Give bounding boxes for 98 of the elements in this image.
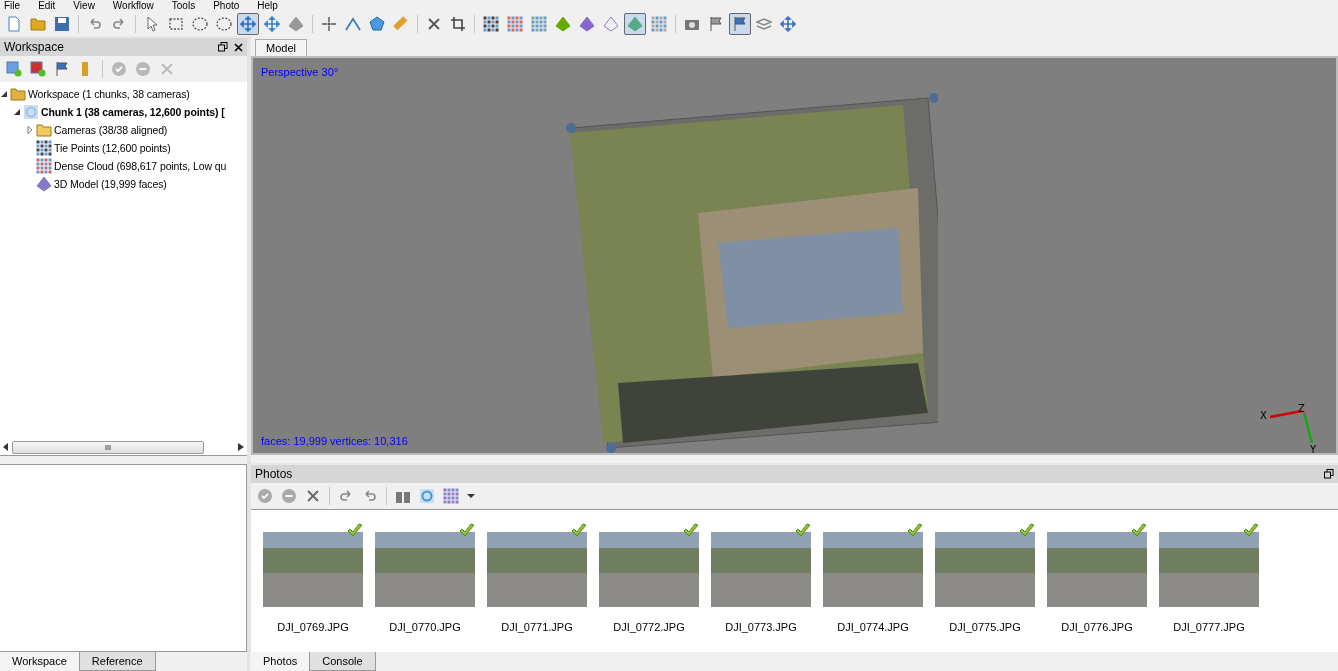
pyramid-icon xyxy=(36,176,52,192)
folder-icon xyxy=(36,122,52,138)
ellipse-icon xyxy=(192,16,208,32)
panel-title: Photos xyxy=(255,467,294,481)
circle-frame-icon xyxy=(419,488,435,504)
tree-item[interactable]: Tie Points (12,600 points) xyxy=(54,142,171,154)
photo-filename: DJI_0776.JPG xyxy=(1061,621,1133,633)
float-icon[interactable] xyxy=(1324,469,1334,479)
pyramid-icon xyxy=(288,16,304,32)
pyramid-icon xyxy=(555,16,571,32)
float-icon[interactable] xyxy=(218,42,228,52)
flag-icon xyxy=(54,61,70,77)
menu-item[interactable]: Photo xyxy=(209,0,254,12)
photo-thumbnail[interactable]: DJI_0774.JPG xyxy=(823,532,923,652)
save-icon xyxy=(54,16,70,32)
panel-title: Workspace xyxy=(4,40,65,54)
dot-grid-icon xyxy=(507,16,523,32)
close-icon[interactable] xyxy=(234,42,243,52)
menu-item[interactable]: Help xyxy=(253,0,292,12)
photo-filename: DJI_0771.JPG xyxy=(501,621,573,633)
pentagon-icon xyxy=(369,16,385,32)
dot-grid-icon xyxy=(36,140,52,156)
menu-item[interactable]: Workflow xyxy=(108,0,168,12)
minus-circle-icon xyxy=(281,488,297,504)
dot-grid-icon xyxy=(531,16,547,32)
check-circle-icon xyxy=(257,488,273,504)
scroll-right-icon[interactable] xyxy=(238,443,244,451)
collapsed-arrow-icon[interactable] xyxy=(26,126,34,134)
rotate-icon xyxy=(362,488,378,504)
layers-icon xyxy=(756,16,772,32)
menu-item[interactable]: View xyxy=(69,0,109,12)
axes-drawing: X Y Z xyxy=(1258,403,1322,453)
circle-frame-icon xyxy=(23,104,39,120)
photo-thumbnail[interactable]: DJI_0776.JPG xyxy=(1047,532,1147,652)
redo-icon xyxy=(111,16,127,32)
photo-filename: DJI_0772.JPG xyxy=(613,621,685,633)
scroll-left-icon[interactable] xyxy=(3,443,9,451)
close-icon xyxy=(305,488,321,504)
dot-grid-icon xyxy=(483,16,499,32)
bottom-tab[interactable]: Reference xyxy=(78,652,156,671)
arrows-cross-icon xyxy=(264,16,280,32)
dot-grid-icon xyxy=(651,16,667,32)
check-circle-icon xyxy=(111,61,127,77)
flag-icon xyxy=(708,16,724,32)
photo-filename: DJI_0769.JPG xyxy=(277,621,349,633)
bottom-tab[interactable]: Console xyxy=(309,652,376,671)
model-viewport[interactable]: Perspective 30° faces: 19,999 vertices: 10,316 X Y Z xyxy=(251,56,1338,455)
menu-item[interactable]: File xyxy=(0,0,35,12)
folder-icon xyxy=(30,16,46,32)
projection-label: Perspective 30° xyxy=(261,66,339,78)
bottom-tab[interactable]: Workspace xyxy=(0,652,80,671)
photo-filename: DJI_0774.JPG xyxy=(837,621,909,633)
tree-item[interactable]: Workspace (1 chunks, 38 cameras) xyxy=(28,88,190,100)
tree-item[interactable]: 3D Model (19,999 faces) xyxy=(54,178,167,190)
close-icon xyxy=(159,61,175,77)
menu-item[interactable]: Edit xyxy=(34,0,70,12)
photo-thumbnail[interactable]: DJI_0770.JPG xyxy=(375,532,475,652)
arrows-cross-icon xyxy=(240,16,256,32)
photo-filename: DJI_0777.JPG xyxy=(1173,621,1245,633)
bottom-tab[interactable]: Photos xyxy=(250,652,311,671)
photo-thumbnail[interactable]: DJI_0772.JPG xyxy=(599,532,699,652)
selection-rectangle-icon xyxy=(168,16,184,32)
pyramid-icon xyxy=(579,16,595,32)
photo-thumbnail[interactable]: DJI_0773.JPG xyxy=(711,532,811,652)
dot-grid-icon xyxy=(36,158,52,174)
photo-filename: DJI_0773.JPG xyxy=(725,621,797,633)
photo-thumbnail[interactable]: DJI_0769.JPG xyxy=(263,532,363,652)
tree-item[interactable]: Chunk 1 (38 cameras, 12,600 points) [ xyxy=(41,106,225,118)
photo-thumbnail[interactable]: DJI_0777.JPG xyxy=(1159,532,1259,652)
add-square-icon xyxy=(6,61,22,77)
pyramid-icon xyxy=(603,16,619,32)
rotate-icon xyxy=(338,488,354,504)
crop-icon xyxy=(450,16,466,32)
add-square-icon xyxy=(30,61,46,77)
undo-icon xyxy=(87,16,103,32)
model-stats: faces: 19,999 vertices: 10,316 xyxy=(261,435,408,447)
expanded-arrow-icon[interactable] xyxy=(13,108,21,116)
tree-item[interactable]: Dense Cloud (698,617 points, Low qu xyxy=(54,160,227,172)
tree-item[interactable]: Cameras (38/38 aligned) xyxy=(54,124,168,136)
angle-icon xyxy=(345,16,361,32)
minus-circle-icon xyxy=(135,61,151,77)
photo-thumbnail[interactable]: DJI_0775.JPG xyxy=(935,532,1035,652)
crosshair-icon xyxy=(321,16,337,32)
folder-icon xyxy=(10,86,26,102)
menu-item[interactable]: Tools xyxy=(167,0,210,12)
close-icon xyxy=(426,16,442,32)
flag-icon xyxy=(732,16,748,32)
arrows-cross-icon xyxy=(780,16,796,32)
photo-thumbnail[interactable]: DJI_0771.JPG xyxy=(487,532,587,652)
model-tab[interactable]: Model xyxy=(255,39,307,56)
expanded-arrow-icon[interactable] xyxy=(0,90,8,98)
ellipse-icon xyxy=(216,16,232,32)
pyramid-icon xyxy=(627,16,643,32)
document-icon xyxy=(6,16,22,32)
pointer-icon xyxy=(144,16,160,32)
photo-filename: DJI_0775.JPG xyxy=(949,621,1021,633)
photo-filename: DJI_0770.JPG xyxy=(389,621,461,633)
dot-grid-icon xyxy=(443,488,459,504)
